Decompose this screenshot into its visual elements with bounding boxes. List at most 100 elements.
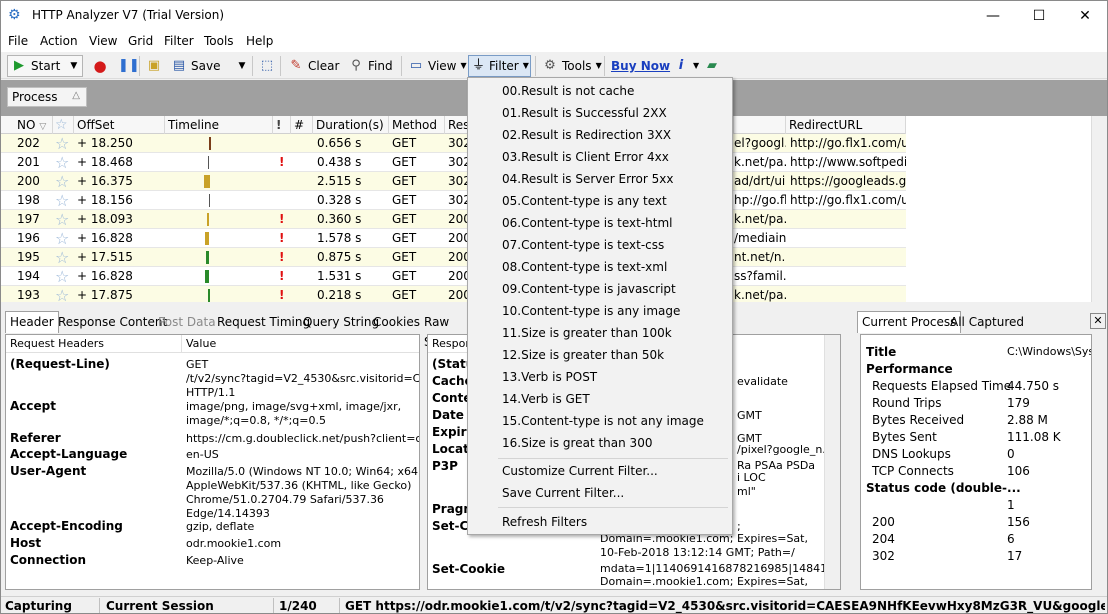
col-result[interactable]: Res <box>445 116 469 134</box>
col-no[interactable]: NO ▽ <box>1 116 53 134</box>
table-row[interactable]: 194 ☆ + 16.828! 1.531 s GET 200 ss?famil... <box>1 267 906 286</box>
filter-menu-item[interactable]: 04.Result is Server Error 5xx <box>502 168 673 190</box>
star-icon[interactable]: ☆ <box>55 153 73 172</box>
menu-grid[interactable]: Grid <box>128 34 153 48</box>
table-row[interactable]: 197 ☆ + 18.093! 0.360 s GET 200 k.net/pa... <box>1 210 906 229</box>
col-redirect[interactable]: RedirectURL <box>786 116 906 134</box>
save-button[interactable]: ▤ Save ▼ <box>168 55 248 77</box>
open-button[interactable]: ▣ <box>143 55 165 77</box>
find-button[interactable]: ⚲ Find <box>345 55 396 77</box>
stop-button[interactable]: ● <box>89 55 111 77</box>
star-icon[interactable]: ☆ <box>55 286 73 302</box>
star-icon[interactable]: ☆ <box>55 191 73 210</box>
table-row[interactable]: 195 ☆ + 17.515! 0.875 s GET 200 nt.net/n... <box>1 248 906 267</box>
table-row[interactable]: 196 ☆ + 16.828! 1.578 s GET 200/mediain... <box>1 229 906 248</box>
row-offset: + 16.828 <box>77 269 133 283</box>
close-button[interactable]: ✕ <box>1062 1 1107 32</box>
col-hash[interactable]: # <box>291 116 313 134</box>
table-row[interactable]: 198 ☆ + 18.156 0.328 s GET 302 hp://go.fl... ht… <box>1 191 906 210</box>
export-button[interactable]: ⬚ <box>256 55 278 77</box>
view-button[interactable]: ▭ View ▼ <box>405 55 470 77</box>
star-icon[interactable]: ☆ <box>55 172 73 191</box>
tab-cookies[interactable]: Cookies <box>368 311 425 333</box>
request-headers-pane: Request Headers Value (Request-Line) GET … <box>5 334 420 590</box>
col-hidden[interactable] <box>733 116 786 134</box>
header-value: odr.mookie1.com <box>186 537 282 550</box>
menu-help[interactable]: Help <box>246 34 273 48</box>
star-icon[interactable]: ☆ <box>55 248 73 267</box>
group-header-process[interactable]: Process △ <box>7 87 87 107</box>
pause-button[interactable]: ❚❚ <box>115 55 140 77</box>
header-value: Mozilla/5.0 (Windows NT 10.0; Win64; x64… <box>186 465 420 520</box>
filter-menu-item[interactable]: 02.Result is Redirection 3XX <box>502 124 671 146</box>
filter-menu-item[interactable]: 06.Content-type is text-html <box>502 212 673 234</box>
filter-menu-item[interactable]: 01.Result is Successful 2XX <box>502 102 667 124</box>
app-icon: ⚙ <box>8 7 21 23</box>
col-star[interactable]: ☆ <box>53 116 74 134</box>
stat-name: DNS Lookups <box>872 447 951 461</box>
filter-menu-item[interactable]: 11.Size is greater than 100k <box>502 322 672 344</box>
filter-button[interactable]: ⏚ Filter ▼ <box>468 55 531 77</box>
filter-menu-item[interactable]: 14.Verb is GET <box>502 388 590 410</box>
grid-scrollbar[interactable] <box>1091 116 1107 302</box>
customize-filter-item[interactable]: Customize Current Filter... <box>502 460 658 482</box>
record-icon: ● <box>93 57 107 75</box>
filter-menu-item[interactable]: 15.Content-type is not any image <box>502 410 704 432</box>
title-key: Title <box>866 345 897 359</box>
menu-tools[interactable]: Tools <box>204 34 234 48</box>
table-row[interactable]: 201 ☆ + 18.468! 0.438 s GET 302 k.net/pa... htt… <box>1 153 906 172</box>
table-row[interactable]: 202 ☆ + 18.250 0.656 s GET 302 el?googl... http… <box>1 134 906 153</box>
request-headers-column: Request Headers <box>6 335 182 353</box>
tools-button[interactable]: ⚙ Tools ▼ <box>539 55 605 77</box>
filter-menu-item[interactable]: 16.Size is great than 300 <box>502 432 652 454</box>
minimize-button[interactable]: — <box>970 1 1016 32</box>
col-duration[interactable]: Duration(s) <box>313 116 389 134</box>
header-name: Accept <box>10 399 56 413</box>
filter-menu-item[interactable]: 07.Content-type is text-css <box>502 234 664 256</box>
filter-menu-item[interactable]: 13.Verb is POST <box>502 366 597 388</box>
col-timeline[interactable]: Timeline <box>165 116 273 134</box>
menu-filter[interactable]: Filter <box>164 34 194 48</box>
filter-menu-item[interactable]: 00.Result is not cache <box>502 80 634 102</box>
col-method[interactable]: Method <box>389 116 445 134</box>
col-offset[interactable]: OffSet <box>74 116 165 134</box>
table-row[interactable]: 200 ☆ + 16.375 2.515 s GET 302 ad/drt/ui https:… <box>1 172 906 191</box>
row-url-fragment: k.net/pa... <box>734 212 786 226</box>
info-button[interactable]: i ▼ <box>670 55 702 77</box>
response-scrollbar[interactable] <box>824 335 840 589</box>
warning-icon <box>279 134 289 153</box>
close-icon[interactable]: ✕ <box>1090 313 1106 329</box>
row-url-fragment: hp://go.fl... <box>734 193 786 207</box>
refresh-filters-item[interactable]: Refresh Filters <box>502 511 587 533</box>
tab-raw-stream[interactable]: Raw Stre <box>419 311 467 349</box>
tools-label: Tools <box>562 59 592 73</box>
star-icon[interactable]: ☆ <box>55 134 73 153</box>
col-excl[interactable]: ! <box>273 116 291 134</box>
tab-post-data[interactable]: Post Data <box>153 311 221 333</box>
tab-header[interactable]: Header <box>5 311 59 333</box>
menu-action[interactable]: Action <box>40 34 78 48</box>
star-icon[interactable]: ☆ <box>55 210 73 229</box>
filter-menu-item[interactable]: 05.Content-type is any text <box>502 190 667 212</box>
maximize-button[interactable]: ☐ <box>1016 1 1062 32</box>
filter-menu-item[interactable]: 10.Content-type is any image <box>502 300 680 322</box>
filter-menu-item[interactable]: 08.Content-type is text-xml <box>502 256 667 278</box>
star-icon[interactable]: ☆ <box>55 267 73 286</box>
row-offset: + 17.515 <box>77 250 133 264</box>
menu-view[interactable]: View <box>89 34 117 48</box>
play-icon: ▶ <box>14 58 24 73</box>
table-row[interactable]: 193 ☆ + 17.875! 0.218 s GET 200 k.net/pa... <box>1 286 906 302</box>
start-button[interactable]: ▶ Start ▼ <box>7 55 83 77</box>
menu-file[interactable]: File <box>8 34 28 48</box>
filter-menu-item[interactable]: 09.Content-type is javascript <box>502 278 676 300</box>
buy-now-link[interactable]: Buy Now <box>608 55 673 77</box>
tab-all-captured[interactable]: All Captured <box>945 311 1029 333</box>
clear-button[interactable]: ✎ Clear <box>285 55 342 77</box>
help-book-button[interactable]: ▰ <box>701 55 723 77</box>
filter-menu-item[interactable]: 03.Result is Client Error 4xx <box>502 146 669 168</box>
save-filter-item[interactable]: Save Current Filter... <box>502 482 624 504</box>
stat-value: 179 <box>1007 396 1030 410</box>
status-count: 17 <box>1007 549 1023 563</box>
star-icon[interactable]: ☆ <box>55 229 73 248</box>
filter-menu-item[interactable]: 12.Size is greater than 50k <box>502 344 664 366</box>
